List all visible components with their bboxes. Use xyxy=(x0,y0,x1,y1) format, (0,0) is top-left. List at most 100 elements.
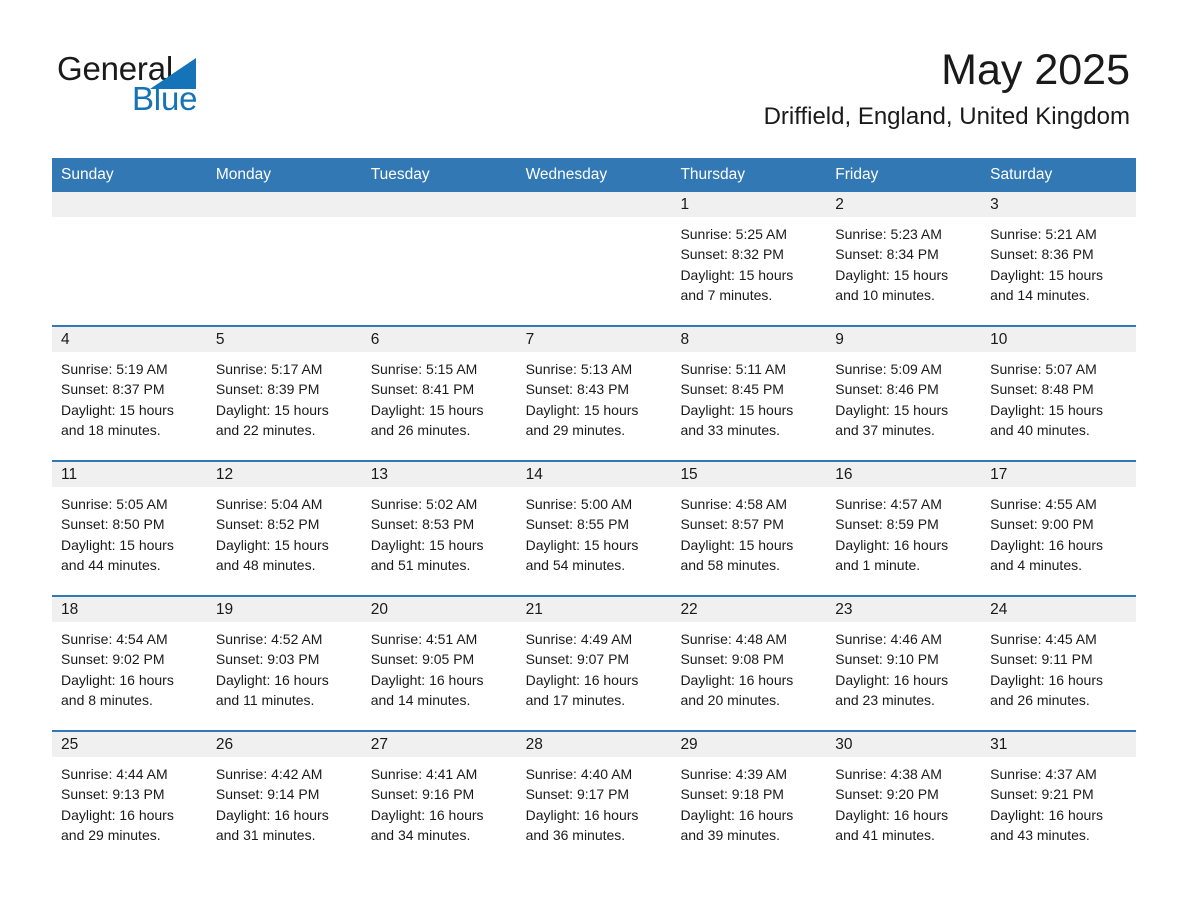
sunset-text: Sunset: 9:05 PM xyxy=(370,651,475,668)
calendar-day-cell[interactable]: 15 Sunrise: 4:58 AM Sunset: 8:57 PM Dayligh… xyxy=(671,460,827,596)
sunset-text: Sunset: 8:46 PM xyxy=(835,381,939,398)
sunset-text: Sunset: 8:55 PM xyxy=(525,516,630,533)
sunset-text: Sunset: 9:07 PM xyxy=(525,651,630,668)
sunset-text: Sunset: 8:43 PM xyxy=(525,381,630,398)
day-cell-inner: 13 Sunrise: 5:02 AM Sunset: 8:53 PM Dayligh… xyxy=(361,462,517,595)
calendar-day-cell[interactable]: 6 Sunrise: 5:15 AM Sunset: 8:41 PM Daylight… xyxy=(361,325,517,461)
day-number: 7 xyxy=(516,327,672,352)
sunset-text: Sunset: 8:53 PM xyxy=(370,516,475,533)
sunset-text: Sunset: 9:20 PM xyxy=(835,786,939,803)
day-number: 9 xyxy=(826,327,982,352)
day-number: 19 xyxy=(206,597,362,622)
calendar-day-cell[interactable]: 20 Sunrise: 4:51 AM Sunset: 9:05 PM Dayligh… xyxy=(361,595,517,731)
brand-logo: General Blue xyxy=(57,51,317,121)
sunrise-text: Sunrise: 4:48 AM xyxy=(680,631,788,647)
daylight-text: Daylight: 15 hours and 58 minutes. xyxy=(680,536,794,573)
day-cell-inner: 22 Sunrise: 4:48 AM Sunset: 9:08 PM Dayligh… xyxy=(671,597,827,730)
sunrise-text: Sunrise: 4:54 AM xyxy=(61,631,168,647)
calendar-day-cell[interactable]: 22 Sunrise: 4:48 AM Sunset: 9:08 PM Dayligh… xyxy=(671,595,827,731)
day-details: Sunrise: 5:02 AM Sunset: 8:53 PM Daylight:… xyxy=(362,487,517,575)
sunset-text: Sunset: 8:45 PM xyxy=(680,381,784,398)
day-cell-inner xyxy=(206,192,362,325)
sunrise-text: Sunrise: 5:09 AM xyxy=(835,361,942,377)
calendar-body: 1 Sunrise: 5:25 AM Sunset: 8:32 PM Daylight… xyxy=(52,192,1137,865)
sunset-text: Sunset: 8:36 PM xyxy=(990,246,1094,263)
calendar-day-cell[interactable]: 23 Sunrise: 4:46 AM Sunset: 9:10 PM Dayligh… xyxy=(826,595,982,731)
calendar-page: General Blue May 2025 Driffield, England… xyxy=(0,0,1188,918)
calendar-day-cell[interactable]: 31 Sunrise: 4:37 AM Sunset: 9:21 PM Dayligh… xyxy=(981,730,1137,865)
day-cell-inner: 18 Sunrise: 4:54 AM Sunset: 9:02 PM Dayligh… xyxy=(52,597,207,730)
day-number: 22 xyxy=(671,597,827,622)
day-number: 23 xyxy=(826,597,982,622)
calendar-day-cell[interactable]: 12 Sunrise: 5:04 AM Sunset: 8:52 PM Dayligh… xyxy=(206,460,362,596)
day-number xyxy=(361,192,517,217)
sunset-text: Sunset: 9:10 PM xyxy=(835,651,939,668)
day-details: Sunrise: 4:38 AM Sunset: 9:20 PM Daylight:… xyxy=(826,757,981,845)
day-cell-inner: 8 Sunrise: 5:11 AM Sunset: 8:45 PM Daylight… xyxy=(671,327,827,460)
calendar-day-cell[interactable]: 2 Sunrise: 5:23 AM Sunset: 8:34 PM Daylight… xyxy=(826,192,982,326)
day-cell-inner: 11 Sunrise: 5:05 AM Sunset: 8:50 PM Dayligh… xyxy=(52,462,207,595)
sunset-text: Sunset: 8:34 PM xyxy=(835,246,939,263)
sunset-text: Sunset: 9:00 PM xyxy=(990,516,1094,533)
calendar-day-cell[interactable]: 1 Sunrise: 5:25 AM Sunset: 8:32 PM Daylight… xyxy=(671,192,827,326)
weekday-header-tuesday: Tuesday xyxy=(361,158,517,192)
daylight-text: Daylight: 16 hours and 1 minute. xyxy=(835,536,949,573)
calendar-day-cell[interactable]: 24 Sunrise: 4:45 AM Sunset: 9:11 PM Dayligh… xyxy=(981,595,1137,731)
calendar-day-cell[interactable]: 26 Sunrise: 4:42 AM Sunset: 9:14 PM Dayligh… xyxy=(206,730,362,865)
day-number: 11 xyxy=(52,462,207,487)
weekday-header-row: Sunday Monday Tuesday Wednesday Thursday… xyxy=(52,158,1137,192)
sunset-text: Sunset: 8:39 PM xyxy=(215,381,320,398)
day-number: 30 xyxy=(826,732,982,757)
sunrise-text: Sunrise: 4:45 AM xyxy=(990,631,1097,647)
day-cell-inner: 25 Sunrise: 4:44 AM Sunset: 9:13 PM Dayligh… xyxy=(52,732,207,865)
day-details: Sunrise: 4:55 AM Sunset: 9:00 PM Daylight:… xyxy=(981,487,1136,575)
day-details: Sunrise: 4:44 AM Sunset: 9:13 PM Daylight:… xyxy=(52,757,207,845)
calendar-day-cell[interactable]: 25 Sunrise: 4:44 AM Sunset: 9:13 PM Dayligh… xyxy=(52,730,207,865)
calendar-day-cell[interactable]: 18 Sunrise: 4:54 AM Sunset: 9:02 PM Dayligh… xyxy=(52,595,207,731)
day-cell-inner: 28 Sunrise: 4:40 AM Sunset: 9:17 PM Dayligh… xyxy=(516,732,672,865)
day-details: Sunrise: 4:46 AM Sunset: 9:10 PM Daylight:… xyxy=(826,622,981,710)
calendar-day-cell[interactable]: 11 Sunrise: 5:05 AM Sunset: 8:50 PM Dayligh… xyxy=(52,460,207,596)
day-details: Sunrise: 5:13 AM Sunset: 8:43 PM Daylight:… xyxy=(517,352,672,440)
sunrise-text: Sunrise: 5:05 AM xyxy=(61,496,168,512)
calendar-day-cell[interactable]: 30 Sunrise: 4:38 AM Sunset: 9:20 PM Dayligh… xyxy=(826,730,982,865)
calendar-week-row: 18 Sunrise: 4:54 AM Sunset: 9:02 PM Dayligh… xyxy=(52,595,1137,731)
calendar-day-cell[interactable]: 7 Sunrise: 5:13 AM Sunset: 8:43 PM Daylight… xyxy=(516,325,672,461)
day-cell-inner: 5 Sunrise: 5:17 AM Sunset: 8:39 PM Daylight… xyxy=(206,327,362,460)
calendar-day-cell[interactable]: 17 Sunrise: 4:55 AM Sunset: 9:00 PM Dayligh… xyxy=(981,460,1137,596)
calendar-day-cell[interactable]: 16 Sunrise: 4:57 AM Sunset: 8:59 PM Dayligh… xyxy=(826,460,982,596)
calendar-day-cell[interactable]: 21 Sunrise: 4:49 AM Sunset: 9:07 PM Dayligh… xyxy=(516,595,672,731)
sunset-text: Sunset: 9:11 PM xyxy=(990,651,1093,668)
day-details: Sunrise: 4:45 AM Sunset: 9:11 PM Daylight:… xyxy=(981,622,1136,710)
calendar-day-cell[interactable]: 5 Sunrise: 5:17 AM Sunset: 8:39 PM Daylight… xyxy=(206,325,362,461)
calendar-day-cell[interactable]: 19 Sunrise: 4:52 AM Sunset: 9:03 PM Dayligh… xyxy=(206,595,362,731)
sunrise-text: Sunrise: 5:23 AM xyxy=(835,226,942,242)
daylight-text: Daylight: 16 hours and 8 minutes. xyxy=(61,671,174,708)
calendar-day-cell[interactable]: 28 Sunrise: 4:40 AM Sunset: 9:17 PM Dayligh… xyxy=(516,730,672,865)
day-number: 8 xyxy=(671,327,827,352)
sunset-text: Sunset: 9:16 PM xyxy=(370,786,475,803)
calendar-day-cell[interactable]: 4 Sunrise: 5:19 AM Sunset: 8:37 PM Daylight… xyxy=(52,325,207,461)
calendar-day-cell[interactable]: 29 Sunrise: 4:39 AM Sunset: 9:18 PM Dayligh… xyxy=(671,730,827,865)
calendar-day-cell[interactable]: 9 Sunrise: 5:09 AM Sunset: 8:46 PM Daylight… xyxy=(826,325,982,461)
calendar-day-cell[interactable]: 27 Sunrise: 4:41 AM Sunset: 9:16 PM Dayligh… xyxy=(361,730,517,865)
day-details: Sunrise: 4:39 AM Sunset: 9:18 PM Daylight:… xyxy=(671,757,826,845)
location-subtitle: Driffield, England, United Kingdom xyxy=(763,103,1130,130)
day-details: Sunrise: 4:51 AM Sunset: 9:05 PM Daylight:… xyxy=(362,622,517,710)
calendar-day-cell[interactable]: 3 Sunrise: 5:21 AM Sunset: 8:36 PM Daylight… xyxy=(981,192,1137,326)
day-number: 6 xyxy=(361,327,517,352)
daylight-text: Daylight: 16 hours and 20 minutes. xyxy=(680,671,794,708)
day-cell-inner: 14 Sunrise: 5:00 AM Sunset: 8:55 PM Dayligh… xyxy=(516,462,672,595)
day-details: Sunrise: 5:04 AM Sunset: 8:52 PM Daylight:… xyxy=(207,487,362,575)
calendar-day-cell[interactable]: 10 Sunrise: 5:07 AM Sunset: 8:48 PM Dayligh… xyxy=(981,325,1137,461)
calendar-day-cell[interactable]: 13 Sunrise: 5:02 AM Sunset: 8:53 PM Dayligh… xyxy=(361,460,517,596)
day-details: Sunrise: 4:48 AM Sunset: 9:08 PM Daylight:… xyxy=(671,622,826,710)
day-number: 17 xyxy=(981,462,1137,487)
day-cell-inner: 26 Sunrise: 4:42 AM Sunset: 9:14 PM Dayligh… xyxy=(206,732,362,865)
sunrise-text: Sunrise: 5:02 AM xyxy=(370,496,478,512)
sunrise-text: Sunrise: 5:25 AM xyxy=(680,226,788,242)
day-number: 5 xyxy=(206,327,362,352)
calendar-day-cell[interactable]: 14 Sunrise: 5:00 AM Sunset: 8:55 PM Dayligh… xyxy=(516,460,672,596)
daylight-text: Daylight: 16 hours and 26 minutes. xyxy=(990,671,1103,708)
calendar-day-cell[interactable]: 8 Sunrise: 5:11 AM Sunset: 8:45 PM Daylight… xyxy=(671,325,827,461)
